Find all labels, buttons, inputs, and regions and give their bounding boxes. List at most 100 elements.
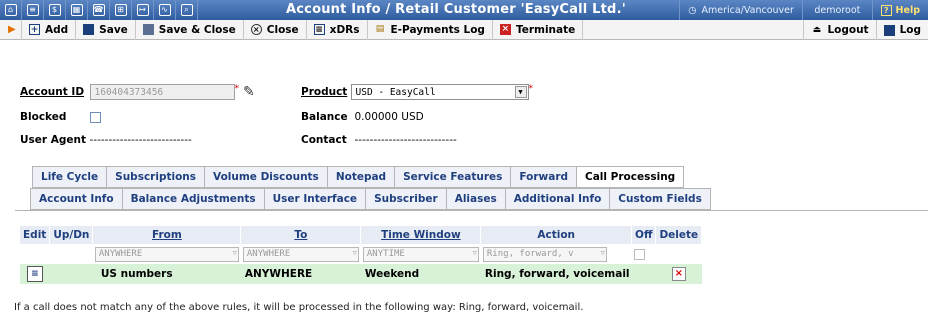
filter-action-value: Ring, forward, v — [486, 248, 574, 259]
header-delete: Delete — [655, 226, 703, 244]
tab-life-cycle[interactable]: Life Cycle — [32, 166, 107, 188]
log-button[interactable]: Log — [875, 20, 928, 40]
filter-time-window-select[interactable]: ANYTIME ▽ — [362, 246, 479, 262]
chevron-down-icon: ▽ — [232, 248, 237, 257]
dollar-icon[interactable]: $ — [44, 0, 66, 20]
filter-time-window-value: ANYTIME — [366, 248, 405, 259]
filter-from-select[interactable]: ANYWHERE ▽ — [94, 246, 239, 262]
contact-label: Contact — [301, 134, 347, 146]
tab-forward[interactable]: Forward — [510, 166, 577, 188]
row-off — [631, 264, 656, 284]
epayments-button[interactable]: ▤ E-Payments Log — [368, 19, 493, 40]
grid-icon[interactable]: ▦ — [66, 0, 88, 20]
play-icon[interactable]: ▶ — [0, 19, 22, 40]
header-from[interactable]: From — [92, 226, 242, 244]
row-from: US numbers — [92, 264, 241, 284]
filter-spacer — [20, 244, 50, 264]
tab-account-info[interactable]: Account Info — [30, 188, 122, 210]
balance-row: Balance 0.00000 USD — [301, 110, 424, 123]
help-link[interactable]: ? Help — [871, 0, 928, 20]
tab-additional-info[interactable]: Additional Info — [504, 188, 610, 210]
filter-off-checkbox[interactable] — [633, 248, 645, 260]
table-row: ≡ US numbers ANYWHERE Weekend Ring, forw… — [20, 264, 702, 284]
tab-balance-adjustments[interactable]: Balance Adjustments — [121, 188, 264, 210]
product-select[interactable]: USD - EasyCall ▼ — [350, 84, 529, 100]
tab-custom-fields[interactable]: Custom Fields — [609, 188, 711, 210]
filter-to-value: ANYWHERE — [246, 248, 291, 259]
filter-time-cell: ANYTIME ▽ — [360, 244, 481, 264]
blocked-checkbox[interactable] — [89, 111, 101, 123]
chart-icon[interactable]: ∿ — [154, 0, 176, 20]
filter-spacer — [655, 244, 702, 264]
header-off: Off — [631, 226, 657, 244]
blocked-row: Blocked — [20, 110, 101, 123]
header-to[interactable]: To — [240, 226, 362, 244]
tab-aliases[interactable]: Aliases — [445, 188, 505, 210]
updn-cell — [49, 264, 93, 284]
log-label: Log — [899, 24, 921, 36]
timezone-link[interactable]: ◷ America/Vancouver — [679, 0, 802, 20]
edit-pencil-icon[interactable]: ✎ — [243, 84, 255, 100]
product-value: USD - EasyCall — [355, 87, 436, 98]
header-time-window[interactable]: Time Window — [360, 226, 482, 244]
edit-icon[interactable]: ≡ — [26, 266, 43, 282]
chevron-down-icon: ▼ — [514, 86, 527, 98]
title-bar: ⌂ ≡ $ ▦ ☎ ⊞ ↦ ∿ ⌕ Account Info / Retail … — [0, 0, 928, 20]
terminate-button[interactable]: × Terminate — [493, 19, 584, 40]
filter-action-cell: Ring, forward, v ▽ — [480, 244, 632, 264]
user-link[interactable]: demoroot — [801, 0, 872, 20]
chevron-down-icon: ▽ — [352, 248, 357, 257]
tab-user-interface[interactable]: User Interface — [263, 188, 366, 210]
required-marker: * — [528, 84, 534, 94]
filter-to-select[interactable]: ANYWHERE ▽ — [242, 246, 359, 262]
tab-volume-discounts[interactable]: Volume Discounts — [204, 166, 327, 188]
filter-spacer — [49, 244, 93, 264]
terminate-icon: × — [499, 24, 511, 35]
tab-row-2: Account Info Balance Adjustments User In… — [30, 188, 711, 210]
contact-value: --------------------------- — [354, 134, 457, 146]
epayments-icon: ▤ — [375, 24, 385, 34]
home-icon[interactable]: ⌂ — [0, 0, 22, 20]
clock-icon: ◷ — [688, 4, 697, 16]
list-icon[interactable]: ≡ — [22, 0, 44, 20]
tab-subscriber[interactable]: Subscriber — [365, 188, 446, 210]
tab-bar: Life Cycle Subscriptions Volume Discount… — [30, 166, 711, 210]
tree-icon[interactable]: ⊞ — [110, 0, 132, 20]
xdrs-button[interactable]: ≡ xDRs — [307, 19, 368, 40]
delete-icon[interactable]: × — [671, 267, 686, 281]
terminate-label: Terminate — [515, 23, 576, 36]
blocked-label: Blocked — [20, 111, 67, 123]
help-label: Help — [895, 4, 920, 16]
tab-service-features[interactable]: Service Features — [394, 166, 511, 188]
add-button[interactable]: + Add — [22, 19, 77, 40]
balance-value: 0.00000 USD — [354, 111, 424, 123]
tab-call-processing[interactable]: Call Processing — [576, 166, 685, 188]
filter-from-value: ANYWHERE — [98, 248, 143, 259]
header-edit: Edit — [20, 226, 51, 244]
save-label: Save — [99, 23, 128, 36]
close-button[interactable]: × Close — [244, 19, 307, 40]
table-header: Edit Up/Dn From To Time Window Action Of… — [20, 226, 703, 244]
user-agent-label: User Agent — [20, 134, 86, 146]
search-icon[interactable]: ⌕ — [176, 0, 198, 20]
tab-subscriptions[interactable]: Subscriptions — [106, 166, 205, 188]
close-icon: × — [250, 24, 262, 35]
xdrs-label: xDRs — [329, 23, 360, 36]
chevron-down-icon: ▽ — [472, 248, 477, 257]
add-label: Add — [45, 23, 69, 36]
filter-action-select[interactable]: Ring, forward, v ▽ — [482, 246, 607, 262]
close-label: Close — [266, 23, 299, 36]
xdrs-icon: ≡ — [313, 24, 325, 35]
add-icon: + — [29, 24, 40, 35]
save-close-button[interactable]: Save & Close — [136, 19, 244, 40]
help-icon: ? — [880, 4, 892, 16]
product-label: Product — [301, 86, 348, 98]
save-button[interactable]: Save — [76, 19, 136, 40]
forward-icon[interactable]: ↦ — [132, 0, 154, 20]
tab-notepad[interactable]: Notepad — [326, 166, 395, 188]
phone-icon[interactable]: ☎ — [88, 0, 110, 20]
save-close-icon — [142, 24, 154, 35]
epayments-label: E-Payments Log — [390, 23, 485, 36]
logout-button[interactable]: ⏏ Logout — [803, 20, 875, 40]
required-marker: * — [234, 84, 240, 94]
